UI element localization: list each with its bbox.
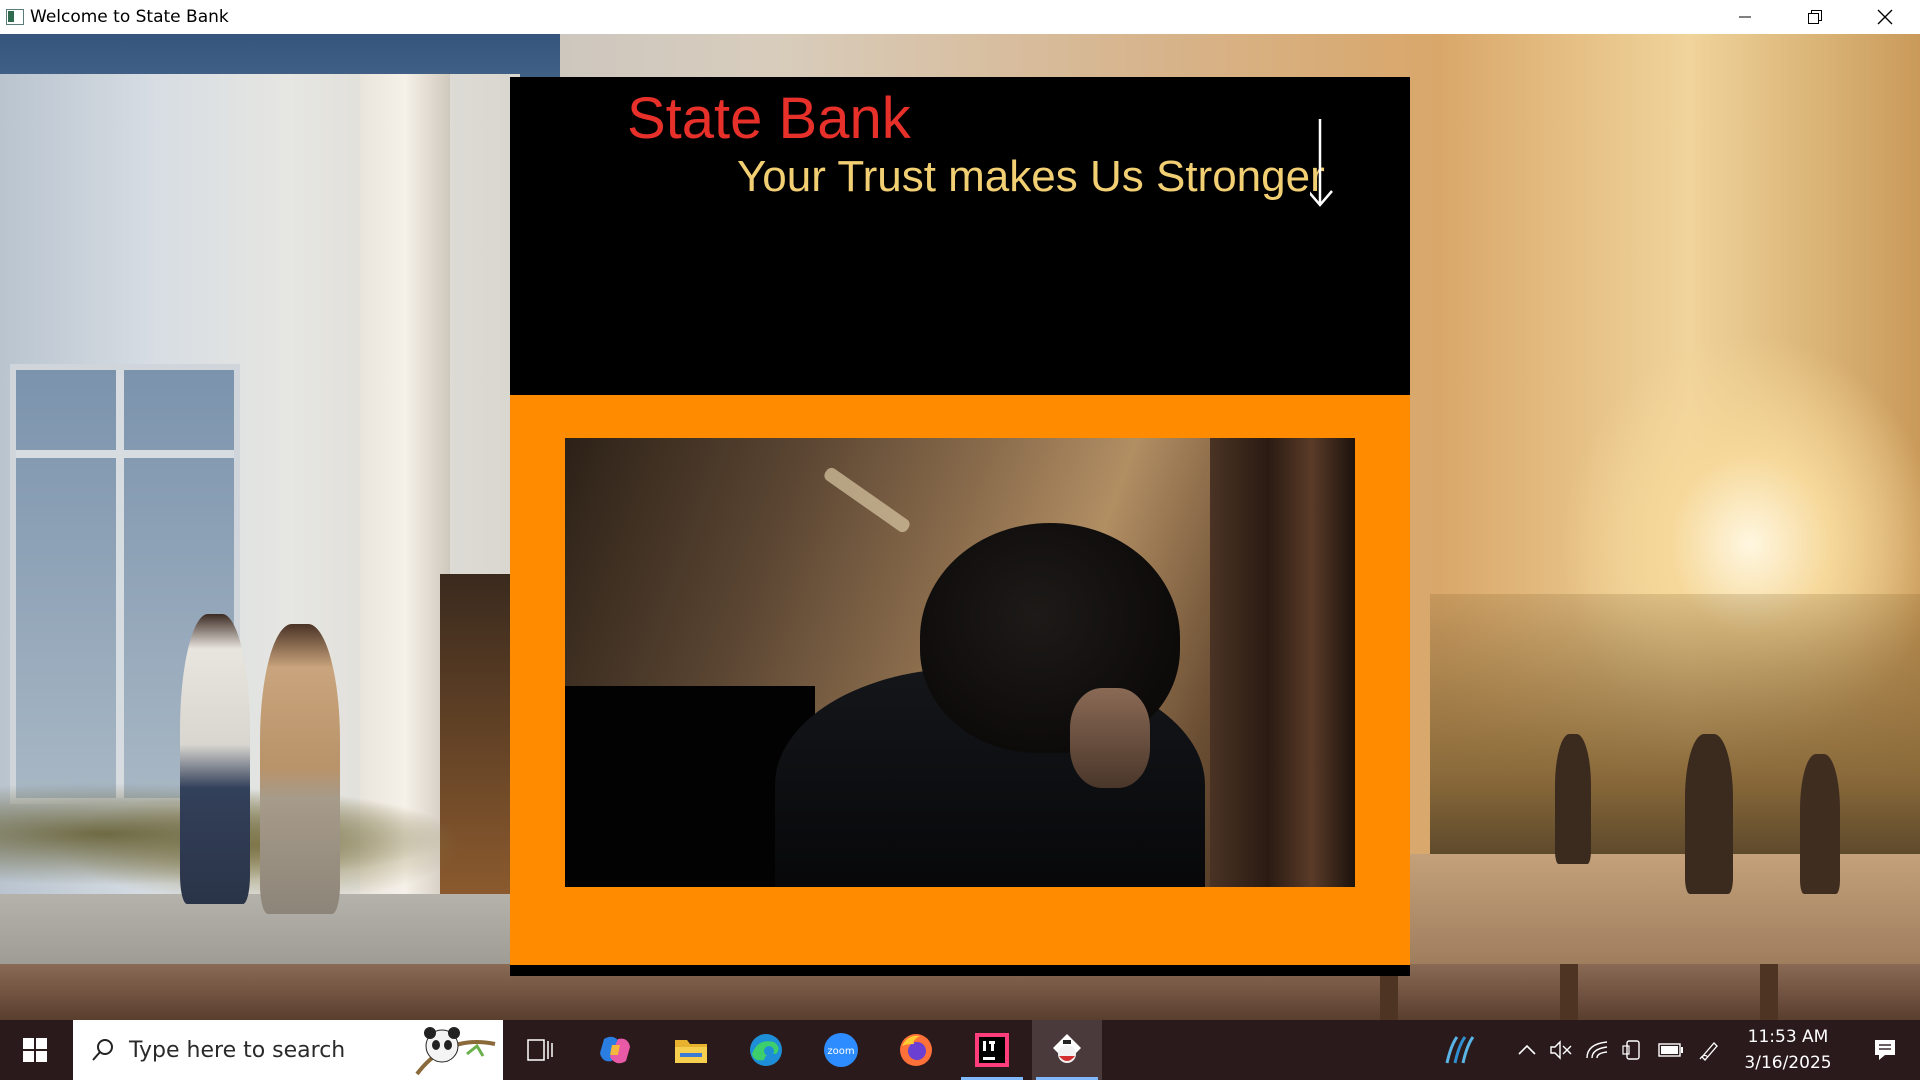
close-button[interactable] [1850,0,1920,34]
tagline: Your Trust makes Us Stronger [737,152,1325,201]
welcome-panel: State Bank Your Trust makes Us Stronger [510,77,1410,976]
battery-icon [1658,1043,1683,1057]
pen-button[interactable] [1692,1020,1726,1080]
restore-icon [1808,10,1822,24]
chevron-up-icon [1518,1044,1536,1055]
clock-time: 11:53 AM [1747,1027,1829,1047]
copilot-icon [600,1036,630,1064]
java-app-button[interactable] [1032,1020,1102,1080]
zoom-icon: zoom [824,1033,858,1067]
firefox-button[interactable] [881,1020,951,1080]
beam [1760,964,1778,1020]
search-box[interactable]: Type here to search [73,1020,503,1080]
file-explorer-icon [675,1040,707,1063]
image-frame [510,395,1410,965]
search-icon [92,1039,113,1061]
restore-button[interactable] [1780,0,1850,34]
panda-icon [415,1027,496,1076]
clock-date: 3/16/2025 [1744,1053,1832,1073]
copilot-button[interactable] [580,1020,650,1080]
notification-center-button[interactable] [1850,1020,1920,1080]
person-walking [260,624,340,914]
weather-button[interactable] [1430,1020,1490,1080]
weather-icon [1445,1036,1475,1064]
edge-button[interactable] [731,1020,801,1080]
wifi-icon [1586,1041,1608,1059]
network-button[interactable] [1580,1020,1614,1080]
volume-muted-icon [1550,1040,1572,1060]
intellij-button[interactable] [957,1020,1027,1080]
minimize-icon [1739,16,1751,18]
person-silhouette [1685,734,1733,894]
firefox-icon [900,1034,932,1066]
zoom-button[interactable]: zoom [806,1020,876,1080]
man-hand [1070,688,1150,788]
task-view-button[interactable] [505,1020,575,1080]
notification-icon [1875,1040,1895,1060]
show-hidden-icons-button[interactable] [1510,1020,1544,1080]
person-walking [180,614,250,904]
person-silhouette [1555,734,1591,864]
battery-button[interactable] [1652,1020,1690,1080]
phone-link-icon [1622,1040,1640,1060]
start-button[interactable] [0,1020,70,1080]
arrow-down-icon [1310,119,1333,207]
trees [1430,594,1920,854]
windows-icon [23,1038,47,1062]
app-icon [6,9,24,25]
task-view-icon [527,1039,553,1061]
minimize-button[interactable] [1710,0,1780,34]
title-bar: Welcome to State Bank [0,0,1920,34]
file-explorer-button[interactable] [656,1020,726,1080]
close-icon [1877,9,1893,25]
curtain [1210,438,1355,887]
pen-icon [1699,1042,1718,1061]
header-area: State Bank Your Trust makes Us Stronger [510,77,1410,395]
stressed-man-image [565,438,1355,887]
window-title: Welcome to State Bank [30,7,229,27]
taskbar: Type here to search zoom 11:53 AM 3/16/2… [0,1020,1920,1080]
person-silhouette [1800,754,1840,894]
volume-button[interactable] [1544,1020,1578,1080]
lamp [822,465,912,535]
bank-name: State Bank [627,86,911,151]
clock[interactable]: 11:53 AM 3/16/2025 [1728,1020,1848,1080]
edge-icon [750,1034,782,1066]
java-icon [1053,1034,1081,1063]
search-placeholder: Type here to search [129,1037,346,1063]
svg-text:zoom: zoom [827,1046,854,1057]
window-controls [1710,0,1920,34]
panel-bottom-edge [510,965,1410,976]
beam [1560,964,1578,1020]
intellij-icon [975,1033,1009,1067]
phone-link-button[interactable] [1616,1020,1650,1080]
